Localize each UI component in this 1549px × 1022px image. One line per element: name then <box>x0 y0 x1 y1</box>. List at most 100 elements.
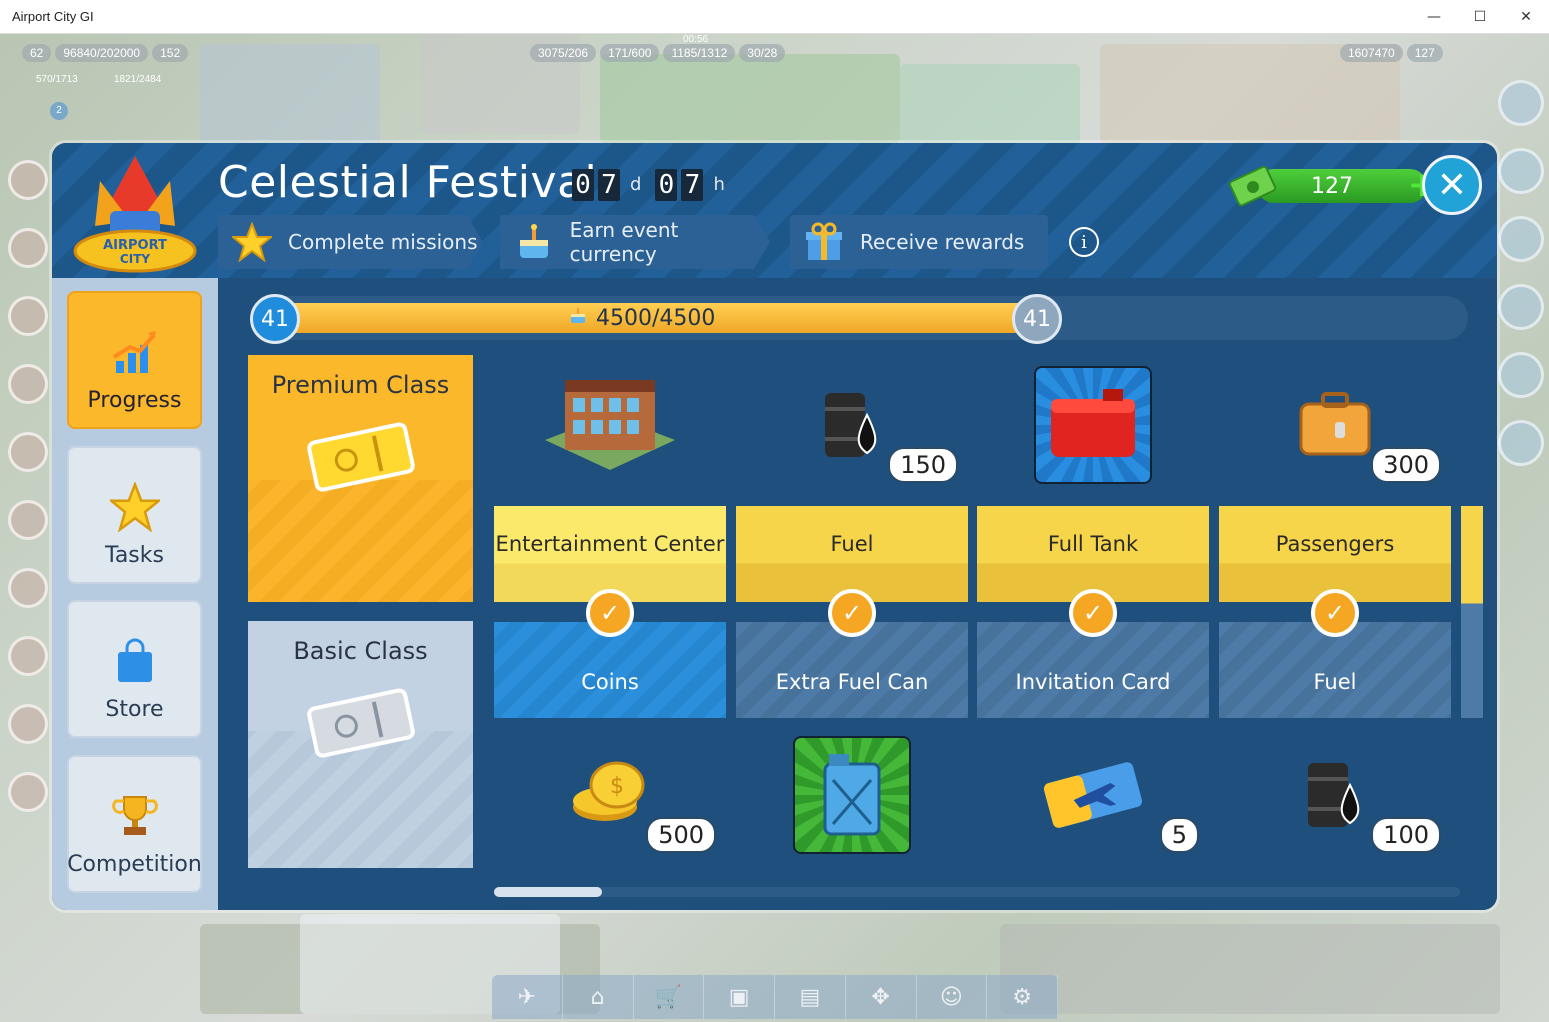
star-icon <box>230 220 274 264</box>
window-close-button[interactable]: ✕ <box>1503 0 1549 34</box>
flights-icon[interactable]: ✈ <box>492 975 563 1019</box>
sidebar-item-store[interactable]: Store <box>67 600 202 738</box>
modal-close-button[interactable]: ✕ <box>1422 155 1482 215</box>
step-label: Complete missions <box>288 230 478 254</box>
cash-bundle-icon <box>1227 165 1277 207</box>
avatar[interactable] <box>8 636 48 676</box>
silver-ticket-icon <box>306 688 415 758</box>
radar-icon[interactable] <box>1498 216 1544 262</box>
step-complete-missions: Complete missions <box>218 215 483 269</box>
next-level-badge: 41 <box>1012 294 1062 344</box>
timer-digit: 0 <box>572 169 594 201</box>
avatar[interactable] <box>8 432 48 472</box>
stars-counter: 152 <box>152 44 189 62</box>
avatar[interactable] <box>8 568 48 608</box>
premium-class-label: Premium Class <box>271 371 450 399</box>
horizontal-scrollbar-track[interactable] <box>494 887 1460 897</box>
avatar[interactable] <box>8 228 48 268</box>
notification-badge: 2 <box>50 102 68 120</box>
progress-value: 4500/4500 <box>568 303 715 333</box>
hud-level[interactable]: 62 96840/202000 152 <box>22 44 189 62</box>
passengers-capacity-counter: 1185/1312 <box>663 44 736 62</box>
hud-currency[interactable]: 1607470 127 <box>1340 44 1443 62</box>
coin-pile-icon[interactable] <box>1498 352 1544 398</box>
avatar[interactable] <box>8 772 48 812</box>
svg-text:$: $ <box>610 774 624 799</box>
horizontal-scrollbar-thumb[interactable] <box>494 887 602 897</box>
stadium-icon[interactable] <box>1498 420 1544 466</box>
info-button[interactable]: i <box>1069 227 1099 257</box>
premium-class-card[interactable]: Premium Class <box>248 355 473 602</box>
hud-resources[interactable]: 3075/206 171/600 1185/1312 30/28 <box>530 44 786 62</box>
fuel-counter: 3075/206 <box>530 44 597 62</box>
gold-ticket-icon <box>306 422 415 492</box>
timer-hours-unit: h <box>713 174 725 195</box>
sidebar-item-tasks[interactable]: Tasks <box>67 446 202 584</box>
crate-icon[interactable]: ▣ <box>704 975 775 1019</box>
next-reward-edge <box>1461 506 1483 718</box>
oil-barrel-icon[interactable]: 100 <box>1219 732 1451 857</box>
xp-counter: 96840/202000 <box>55 44 149 62</box>
premium-reward-quantity: 300 <box>1371 447 1441 483</box>
cake-icon <box>512 220 556 264</box>
premium-reward-label: Entertainment Center <box>494 500 726 602</box>
star-icon <box>105 477 165 537</box>
red-tank-icon[interactable] <box>977 362 1209 487</box>
airport-city-logo: AIRPORT CITY <box>70 151 200 276</box>
move-icon[interactable]: ✥ <box>846 975 917 1019</box>
fuel-timer: 00:56 <box>683 34 709 45</box>
avatar[interactable] <box>8 160 48 200</box>
svg-text:AIRPORT: AIRPORT <box>103 238 167 253</box>
control-tower-icon[interactable] <box>1498 80 1544 126</box>
chest-icon[interactable]: ▤ <box>775 975 846 1019</box>
basic-class-card[interactable]: Basic Class <box>248 621 473 868</box>
shop-cart-icon[interactable]: 🛒 <box>634 975 705 1019</box>
coins-icon[interactable]: $500 <box>494 732 726 857</box>
progress-text: 4500/4500 <box>596 305 716 331</box>
premium-reward-quantity: 150 <box>888 447 958 483</box>
oil-barrel-icon[interactable]: 150 <box>736 362 968 487</box>
event-currency: 127 + <box>1227 165 1449 207</box>
basic-class-label: Basic Class <box>293 637 428 665</box>
step-label: Receive rewards <box>860 230 1025 254</box>
cargo-counter: 171/600 <box>600 44 660 62</box>
power-counter: 1821/2484 <box>114 74 162 85</box>
basic-reward-quantity: 100 <box>1371 817 1441 853</box>
maximize-button[interactable]: ☐ <box>1457 0 1503 34</box>
fuel-can-icon[interactable] <box>736 732 968 857</box>
avatar[interactable] <box>8 500 48 540</box>
modal-header: AIRPORT CITY Celestial Festival 0 7 d 0 … <box>52 143 1497 278</box>
settings-gear-icon[interactable]: ⚙ <box>987 975 1058 1019</box>
level-badge: 62 <box>22 44 52 62</box>
right-side-icons <box>1498 80 1548 488</box>
trophy-icon <box>105 786 165 846</box>
bottom-toolbar: ✈ ⌂ 🛒 ▣ ▤ ✥ ☺ ⚙ <box>492 975 1058 1019</box>
minimize-button[interactable]: — <box>1411 0 1457 34</box>
friends-icon[interactable]: ☺ <box>917 975 988 1019</box>
timer-digit: 7 <box>598 169 620 201</box>
plane-icon[interactable] <box>1498 148 1544 194</box>
sidebar-item-label: Progress <box>87 388 182 413</box>
event-currency-value: 127 <box>1257 169 1427 203</box>
claimed-check-icon: ✓ <box>1069 589 1117 637</box>
event-timer: 0 7 d 0 7 h <box>572 169 735 201</box>
step-label: Earn event currency <box>569 218 679 266</box>
building-icon[interactable] <box>494 362 726 487</box>
gauge-icon[interactable] <box>1498 284 1544 330</box>
plane-ticket-icon[interactable]: 5 <box>977 732 1209 857</box>
sidebar-item-label: Tasks <box>105 543 164 568</box>
sidebar-item-competition[interactable]: Competition <box>67 755 202 893</box>
hangar-icon[interactable]: ⌂ <box>563 975 634 1019</box>
avatar[interactable] <box>8 704 48 744</box>
avatar[interactable] <box>8 364 48 404</box>
suitcase-icon[interactable]: 300 <box>1219 362 1451 487</box>
step-receive-rewards: Receive rewards <box>790 215 1048 269</box>
basic-reward-quantity: 5 <box>1159 817 1199 853</box>
avatar[interactable] <box>8 296 48 336</box>
sidebar-item-progress[interactable]: Progress <box>67 291 202 429</box>
window-title: Airport City GI <box>12 9 94 24</box>
event-modal: AIRPORT CITY Celestial Festival 0 7 d 0 … <box>52 143 1497 910</box>
timer-digit: 7 <box>681 169 704 201</box>
premium-reward-label: Fuel <box>736 500 968 602</box>
event-sidebar: Progress Tasks Store Competition <box>52 278 218 910</box>
